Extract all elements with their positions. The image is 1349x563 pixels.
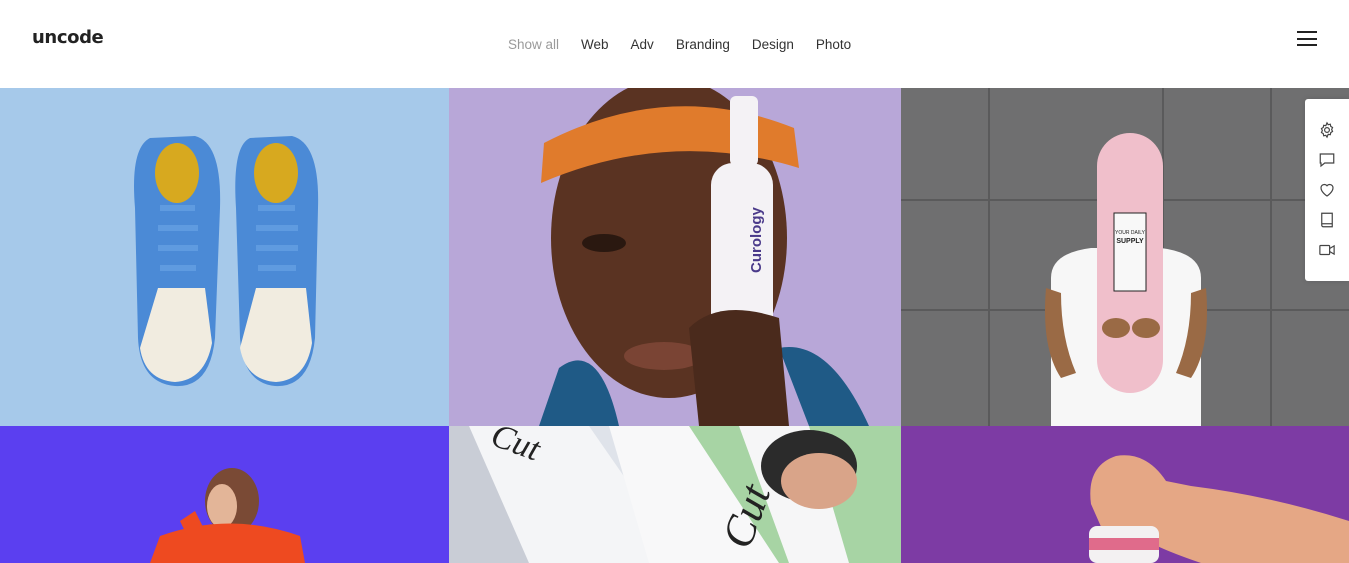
site-header: uncode Show all Web Adv Branding Design … — [0, 0, 1349, 88]
hand-can-image — [901, 426, 1349, 563]
portfolio-item-jacket[interactable] — [0, 426, 449, 563]
portfolio-filters: Show all Web Adv Branding Design Photo — [508, 37, 873, 52]
deck-text-2: SUPPLY — [1116, 238, 1144, 245]
book-icon[interactable] — [1318, 211, 1336, 229]
side-toolbar — [1305, 99, 1349, 281]
portfolio-item-skateboard[interactable]: YOUR DAILY SUPPLY — [901, 88, 1349, 426]
filter-adv[interactable]: Adv — [631, 37, 654, 52]
hamburger-icon[interactable] — [1297, 31, 1317, 46]
portfolio-item-curology[interactable]: Curology — [449, 88, 901, 426]
portfolio-item-magazines[interactable]: Cut Cut — [449, 426, 901, 563]
woman-jacket-image — [0, 426, 449, 563]
bottle-label: Curology — [748, 207, 765, 273]
filter-photo[interactable]: Photo — [816, 37, 851, 52]
deck-text-1: YOUR DAILY — [1115, 230, 1146, 236]
portfolio-item-sneakers[interactable] — [0, 88, 449, 426]
gear-icon[interactable] — [1318, 121, 1336, 139]
filter-web[interactable]: Web — [581, 37, 609, 52]
comment-icon[interactable] — [1318, 151, 1336, 169]
sneakers-image — [0, 88, 449, 426]
portfolio-item-can[interactable] — [901, 426, 1349, 563]
video-icon[interactable] — [1318, 241, 1336, 259]
site-logo[interactable]: uncode — [32, 27, 104, 48]
heart-icon[interactable] — [1318, 181, 1336, 199]
filter-show-all[interactable]: Show all — [508, 37, 559, 52]
filter-branding[interactable]: Branding — [676, 37, 730, 52]
filter-design[interactable]: Design — [752, 37, 794, 52]
skateboard-image: YOUR DAILY SUPPLY — [901, 88, 1349, 426]
man-bottle-image: Curology — [449, 88, 901, 426]
magazines-image: Cut Cut — [449, 426, 901, 563]
portfolio-grid: Curology YOUR DAILY SUPPLY Cut Cut — [0, 88, 1349, 563]
